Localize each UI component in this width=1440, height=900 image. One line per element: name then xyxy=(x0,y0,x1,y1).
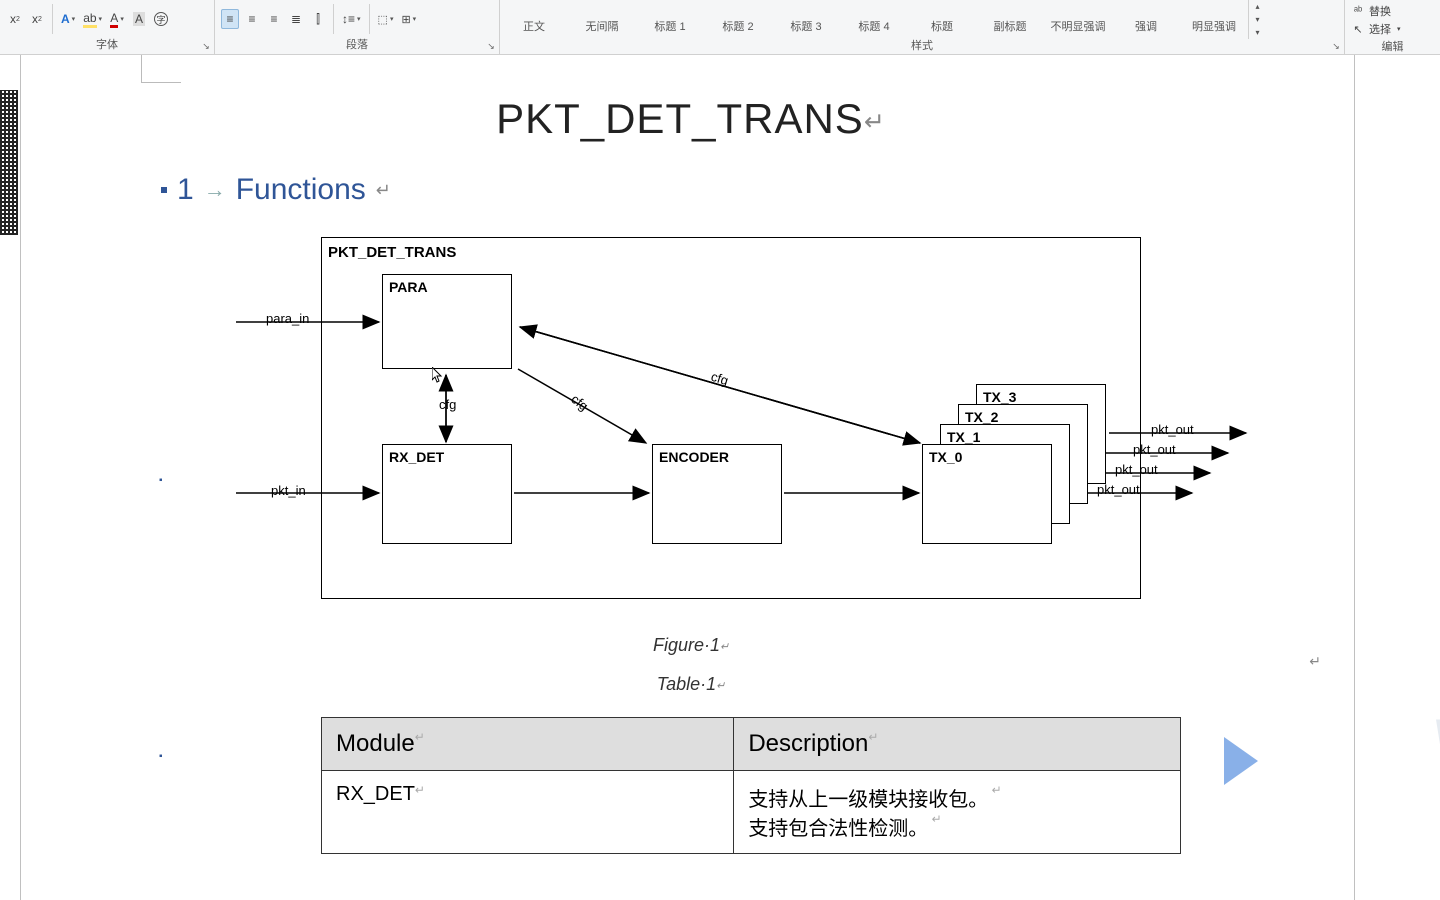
char-shading-button[interactable]: A xyxy=(130,9,148,29)
block-para: PARA xyxy=(382,274,512,369)
table-header-row: Module↵ Description↵ xyxy=(322,718,1181,771)
style-emphasis[interactable]: 强调 xyxy=(1112,0,1180,39)
tab-arrow-icon: → xyxy=(204,177,226,203)
page-content: PKT_DET_TRANS↵ 1 → Functions ↵ xyxy=(161,55,1221,854)
heading-number: 1 xyxy=(177,173,194,207)
subscript-button[interactable]: x2 xyxy=(6,9,24,29)
block-rxdet: RX_DET xyxy=(382,444,512,544)
paragraph-mark-icon: ↵ xyxy=(376,180,391,201)
page[interactable]: PKT_DET_TRANS↵ 1 → Functions ↵ xyxy=(20,55,1355,900)
editing-group: ᵃᵇ替换 ↖选择▾ 编辑 xyxy=(1345,0,1440,54)
signal-pkt-out-2: pkt_out xyxy=(1133,442,1176,457)
qr-barcode-icon xyxy=(0,90,18,235)
list-bullet-icon: ▪ xyxy=(159,751,163,762)
style-intense-emphasis[interactable]: 明显强调 xyxy=(1180,0,1248,39)
style-normal[interactable]: 正文 xyxy=(500,0,568,39)
align-left-button[interactable]: ≡ xyxy=(221,9,239,29)
style-nospacing[interactable]: 无间隔 xyxy=(568,0,636,39)
styles-group: 正文 无间隔 标题 1 标题 2 标题 3 标题 4 标题 副标题 不明显强调 … xyxy=(500,0,1345,54)
page-area: PKT_DET_TRANS↵ 1 → Functions ↵ xyxy=(0,55,1440,900)
paragraph-group: ≡ ≡ ≡ ≣ ⫿ ↕≡ ⬚ ⊞ 段落 ↘ xyxy=(215,0,500,54)
signal-pkt-in: pkt_in xyxy=(271,483,306,498)
paragraph-dialog-launcher[interactable]: ↘ xyxy=(485,40,497,52)
align-center-button[interactable]: ≡ xyxy=(243,9,261,29)
diagram-outer-label: PKT_DET_TRANS xyxy=(328,244,456,261)
select-icon: ↖ xyxy=(1351,23,1365,36)
signal-pkt-out-3: pkt_out xyxy=(1151,422,1194,437)
cell-desc-rxdet: 支持从上一级模块接收包。 ↵ 支持包合法性检测。 ↵ xyxy=(734,771,1181,854)
style-subtitle[interactable]: 副标题 xyxy=(976,0,1044,39)
signal-para-in: para_in xyxy=(266,311,309,326)
cell-module-rxdet: RX_DET↵ xyxy=(322,771,734,854)
font-group-label: 字体 xyxy=(0,38,214,54)
select-button[interactable]: ↖选择▾ xyxy=(1351,20,1434,38)
col-module: Module↵ xyxy=(322,718,734,771)
paragraph-group-label: 段落 xyxy=(215,38,499,54)
style-title[interactable]: 标题 xyxy=(908,0,976,39)
style-heading4[interactable]: 标题 4 xyxy=(840,0,908,39)
distributed-button[interactable]: ⫿ xyxy=(309,9,327,29)
replace-button[interactable]: ᵃᵇ替换 xyxy=(1351,2,1434,20)
table-caption: Table·1↵ xyxy=(161,674,1221,695)
signal-cfg-1: cfg xyxy=(439,397,456,412)
font-group: x2 x2 A ab A A 字 字体 ↘ xyxy=(0,0,215,54)
block-tx0: TX_0 xyxy=(922,444,1052,544)
styles-group-label: 样式 xyxy=(500,39,1344,55)
col-description: Description↵ xyxy=(734,718,1181,771)
diagram-outer-box: PKT_DET_TRANS TX_3 TX_2 TX_1 TX_0 PARA R… xyxy=(321,237,1141,599)
borders-button[interactable]: ⊞ xyxy=(399,9,418,29)
enclose-char-button[interactable]: 字 xyxy=(152,9,170,29)
align-justify-button[interactable]: ≣ xyxy=(287,9,305,29)
document-title: PKT_DET_TRANS↵ xyxy=(161,95,1221,143)
styles-gallery-more[interactable]: ▴▾▾ xyxy=(1248,0,1266,39)
align-right-button[interactable]: ≡ xyxy=(265,9,283,29)
style-heading1[interactable]: 标题 1 xyxy=(636,0,704,39)
nav-gutter xyxy=(0,55,18,900)
heading-functions: 1 → Functions ↵ xyxy=(161,173,1221,207)
watermark: V xyxy=(1426,692,1440,830)
table-row: RX_DET↵ 支持从上一级模块接收包。 ↵ 支持包合法性检测。 ↵ xyxy=(322,771,1181,854)
ribbon: x2 x2 A ab A A 字 字体 ↘ ≡ ≡ ≡ ≣ ⫿ ↕≡ ⬚ ⊞ 段… xyxy=(0,0,1440,55)
font-dialog-launcher[interactable]: ↘ xyxy=(200,40,212,52)
replace-icon: ᵃᵇ xyxy=(1351,5,1365,17)
editing-group-label: 编辑 xyxy=(1345,40,1440,56)
signal-pkt-out-1: pkt_out xyxy=(1115,462,1158,477)
block-encoder: ENCODER xyxy=(652,444,782,544)
list-bullet-icon: ▪ xyxy=(159,475,163,486)
style-heading2[interactable]: 标题 2 xyxy=(704,0,772,39)
styles-dialog-launcher[interactable]: ↘ xyxy=(1330,40,1342,52)
text-effects-button[interactable]: A xyxy=(59,9,77,29)
superscript-button[interactable]: x2 xyxy=(28,9,46,29)
paragraph-mark-icon: ↵ xyxy=(864,108,886,136)
signal-pkt-out-0: pkt_out xyxy=(1097,482,1140,497)
paragraph-mark-icon: ↵ xyxy=(1309,653,1321,670)
shading-button[interactable]: ⬚ xyxy=(376,9,396,29)
module-table: Module↵ Description↵ RX_DET↵ 支持从上一级模块接收包… xyxy=(321,717,1181,854)
heading-bullet-icon xyxy=(161,187,167,193)
styles-gallery: 正文 无间隔 标题 1 标题 2 标题 3 标题 4 标题 副标题 不明显强调 … xyxy=(500,0,1344,39)
style-subtle-emphasis[interactable]: 不明显强调 xyxy=(1044,0,1112,39)
line-spacing-button[interactable]: ↕≡ xyxy=(340,9,363,29)
highlight-button[interactable]: ab xyxy=(81,9,104,29)
heading-text: Functions xyxy=(236,173,366,207)
figure-caption: Figure·1↵ xyxy=(161,635,1221,656)
font-color-button[interactable]: A xyxy=(108,9,126,29)
style-heading3[interactable]: 标题 3 xyxy=(772,0,840,39)
block-diagram: PKT_DET_TRANS TX_3 TX_2 TX_1 TX_0 PARA R… xyxy=(321,237,1151,607)
